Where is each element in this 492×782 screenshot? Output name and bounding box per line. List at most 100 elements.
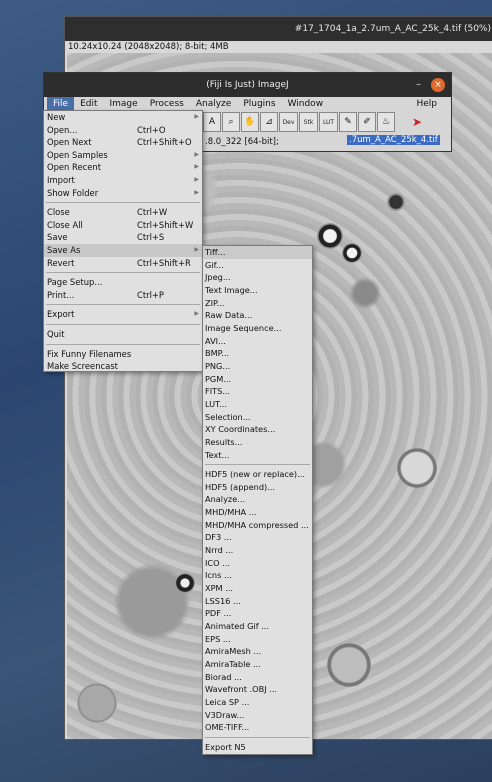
save-as-item-biorad[interactable]: Biorad ...	[203, 671, 312, 684]
save-as-item-lut[interactable]: LUT...	[203, 398, 312, 411]
angle-tool-icon[interactable]: ⊿	[260, 112, 278, 132]
text-tool-icon[interactable]: A	[203, 112, 221, 132]
save-as-item-pdf[interactable]: PDF ...	[203, 607, 312, 620]
save-as-item-mhd-mha[interactable]: MHD/MHA ...	[203, 506, 312, 519]
save-as-item-zip[interactable]: ZIP...	[203, 297, 312, 310]
save-as-item-leica-sp[interactable]: Leica SP ...	[203, 696, 312, 709]
organelle	[175, 573, 195, 593]
save-as-item-xpm[interactable]: XPM ...	[203, 582, 312, 595]
developer-menu-icon[interactable]: Dev	[279, 112, 298, 132]
file-menu-item-fix-funny-filenames[interactable]: Fix Funny Filenames	[44, 348, 202, 361]
save-as-item-bmp[interactable]: BMP...	[203, 347, 312, 360]
menu-item-label: Save As	[47, 244, 81, 255]
menu-item-label: Revert	[47, 257, 75, 268]
file-menu-item-save-as[interactable]: Save As ▶	[44, 243, 202, 257]
file-menu-item-import[interactable]: Import ▶	[44, 174, 202, 187]
file-menu-item-show-folder[interactable]: Show Folder ▶	[44, 187, 202, 200]
save-as-item-wavefront-obj[interactable]: Wavefront .OBJ ...	[203, 683, 312, 696]
menu-analyze[interactable]: Analyze	[190, 97, 237, 111]
file-menu-item-quit[interactable]: Quit	[44, 328, 202, 341]
file-menu-item-page-setup[interactable]: Page Setup...	[44, 276, 202, 289]
image-window-title: #17_1704_1a_2.7um_A_AC_25k_4.tif (50%)	[294, 24, 491, 34]
stack-menu-icon[interactable]: Stk	[299, 112, 318, 132]
save-as-item-df3[interactable]: DF3 ...	[203, 531, 312, 544]
file-menu-item-open-recent[interactable]: Open Recent ▶	[44, 161, 202, 174]
pencil-icon[interactable]: ✎	[339, 112, 357, 132]
status-text: .8.0_322 [64-bit];	[205, 137, 279, 147]
save-as-submenu: Tiff... Gif... Jpeg... Text Image... ZIP... R…	[202, 245, 313, 755]
save-as-item-ome-tiff[interactable]: OME-TIFF...	[203, 721, 312, 734]
save-as-item-animated-gif[interactable]: Animated Gif ...	[203, 620, 312, 633]
save-as-item-amiramesh[interactable]: AmiraMesh ...	[203, 645, 312, 658]
save-as-item-tiff[interactable]: Tiff...	[203, 246, 312, 259]
file-menu-item-close-all[interactable]: Close All Ctrl+Shift+W	[44, 219, 202, 232]
lut-menu-icon[interactable]: LUT	[319, 112, 338, 132]
imagej-title: (Fiji Is Just) ImageJ	[206, 80, 289, 90]
file-menu-item-save[interactable]: Save Ctrl+S	[44, 231, 202, 244]
save-as-item-ico[interactable]: ICO ...	[203, 557, 312, 570]
file-menu-item-make-screencast[interactable]: Make Screencast	[44, 360, 202, 373]
save-as-item-nrrd[interactable]: Nrrd ...	[203, 544, 312, 557]
save-as-item-png[interactable]: PNG...	[203, 360, 312, 373]
menu-item-shortcut: Ctrl+O	[137, 124, 166, 135]
save-as-item-mhd-mha-compressed[interactable]: MHD/MHA compressed ...	[203, 519, 312, 532]
flood-fill-icon[interactable]: ♨	[377, 112, 395, 132]
submenu-arrow-icon: ▶	[194, 188, 199, 196]
image-window-titlebar[interactable]: #17_1704_1a_2.7um_A_AC_25k_4.tif (50%)	[65, 17, 492, 41]
menu-item-label: Fix Funny Filenames	[47, 348, 132, 359]
file-menu-item-open-next[interactable]: Open Next Ctrl+Shift+O	[44, 136, 202, 149]
menu-item-label: New	[47, 112, 66, 122]
menu-process[interactable]: Process	[144, 97, 190, 111]
status-selected-text[interactable]: .7um_A_AC_25k_4.tif	[347, 135, 440, 145]
save-as-item-text[interactable]: Text...	[203, 449, 312, 462]
menu-item-shortcut: Ctrl+Shift+R	[137, 257, 191, 268]
save-as-item-xy-coordinates[interactable]: XY Coordinates...	[203, 423, 312, 436]
save-as-item-eps[interactable]: EPS ...	[203, 633, 312, 646]
save-as-item-fits[interactable]: FITS...	[203, 385, 312, 398]
imagej-titlebar[interactable]: (Fiji Is Just) ImageJ – ×	[44, 73, 451, 97]
file-menu-item-close[interactable]: Close Ctrl+W	[44, 206, 202, 219]
menu-file[interactable]: File	[47, 97, 75, 111]
file-menu-item-export[interactable]: Export ▶	[44, 308, 202, 321]
save-as-item-selection[interactable]: Selection...	[203, 411, 312, 424]
file-menu-item-new[interactable]: New ▶	[44, 111, 202, 124]
menu-separator	[46, 323, 200, 325]
menu-item-label: Show Folder	[47, 187, 99, 198]
menu-separator	[205, 736, 310, 738]
scroll-hand-icon[interactable]: ✋	[241, 112, 259, 132]
menu-separator	[46, 272, 200, 274]
save-as-item-image-sequence[interactable]: Image Sequence...	[203, 322, 312, 335]
file-menu-item-print[interactable]: Print... Ctrl+P	[44, 289, 202, 302]
save-as-item-raw-data[interactable]: Raw Data...	[203, 309, 312, 322]
save-as-item-pgm[interactable]: PGM...	[203, 373, 312, 386]
minimize-button[interactable]: –	[416, 79, 421, 90]
menu-item-label: Page Setup...	[47, 277, 103, 288]
switch-toolset-arrow-icon[interactable]: ➤	[408, 112, 426, 132]
menu-window[interactable]: Window	[282, 97, 330, 111]
menu-edit[interactable]: Edit	[74, 97, 103, 111]
brush-icon[interactable]: ✐	[358, 112, 376, 132]
save-as-item-hdf5-new-or-replace[interactable]: HDF5 (new or replace)...	[203, 468, 312, 481]
save-as-item-v3draw[interactable]: V3Draw...	[203, 709, 312, 722]
save-as-item-export-n5[interactable]: Export N5	[203, 741, 312, 754]
organelle	[342, 243, 362, 263]
close-button[interactable]: ×	[431, 78, 445, 92]
save-as-item-hdf5-append[interactable]: HDF5 (append)...	[203, 481, 312, 494]
save-as-item-amiratable[interactable]: AmiraTable ...	[203, 658, 312, 671]
save-as-item-text-image[interactable]: Text Image...	[203, 284, 312, 297]
save-as-item-jpeg[interactable]: Jpeg...	[203, 271, 312, 284]
save-as-item-results[interactable]: Results...	[203, 436, 312, 449]
menu-image[interactable]: Image	[104, 97, 144, 111]
menu-separator	[46, 343, 200, 345]
save-as-item-avi[interactable]: AVI...	[203, 335, 312, 348]
magnifier-icon[interactable]: ⌕	[222, 112, 240, 132]
save-as-item-gif[interactable]: Gif...	[203, 259, 312, 272]
save-as-item-icns[interactable]: Icns ...	[203, 569, 312, 582]
file-menu-item-open[interactable]: Open... Ctrl+O	[44, 124, 202, 137]
file-menu-item-open-samples[interactable]: Open Samples ▶	[44, 149, 202, 162]
file-menu-item-revert[interactable]: Revert Ctrl+Shift+R	[44, 257, 202, 270]
menu-help[interactable]: Help	[410, 97, 443, 111]
save-as-item-analyze[interactable]: Analyze...	[203, 493, 312, 506]
menu-plugins[interactable]: Plugins	[237, 97, 281, 111]
save-as-item-lss16[interactable]: LSS16 ...	[203, 595, 312, 608]
